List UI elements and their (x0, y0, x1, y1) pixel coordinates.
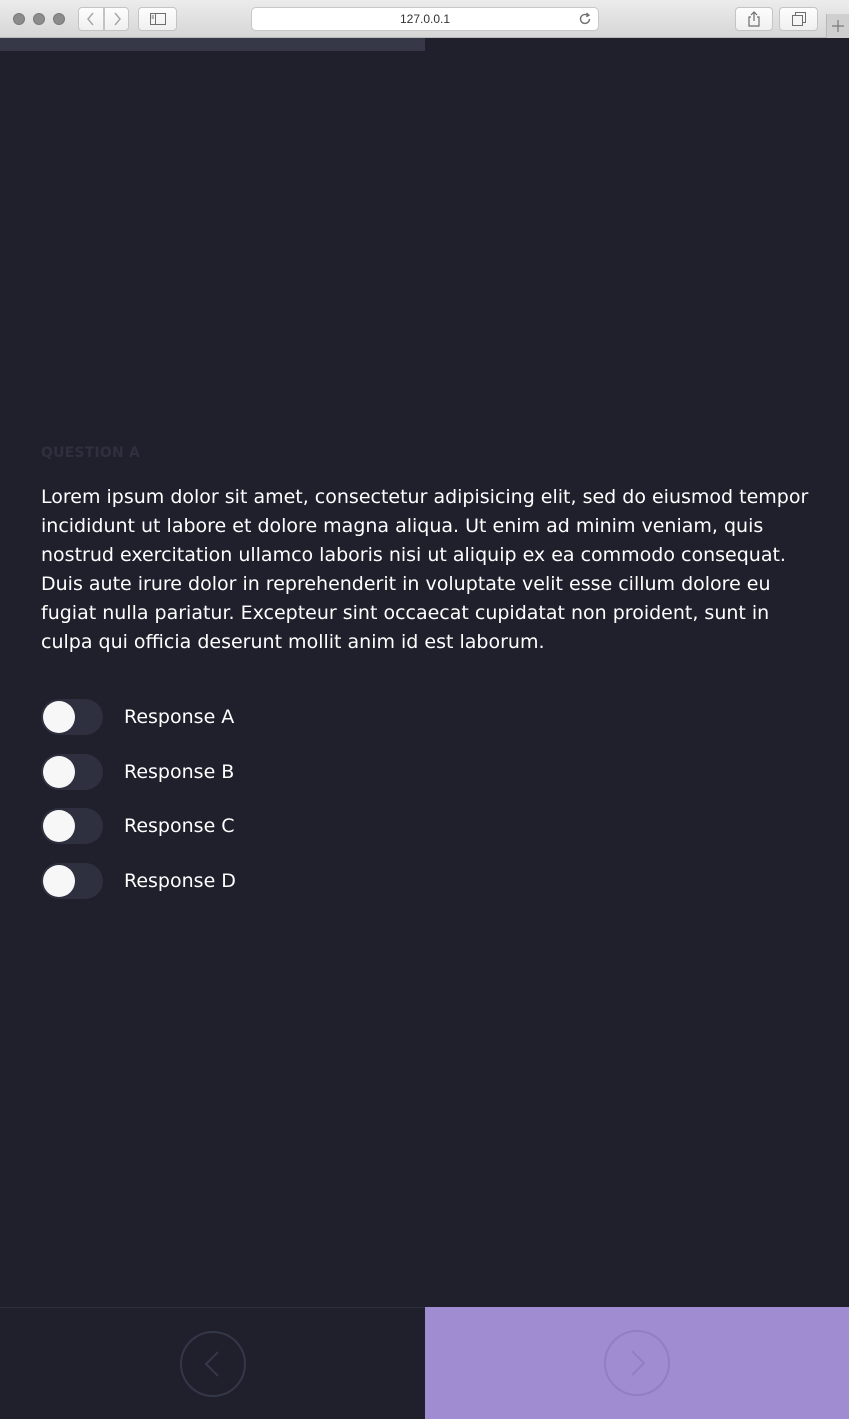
response-option-d[interactable]: Response D (41, 863, 441, 900)
response-toggle[interactable] (41, 863, 103, 900)
new-tab-button[interactable] (826, 14, 849, 38)
minimize-window-icon[interactable] (33, 13, 45, 25)
toggle-knob (43, 810, 75, 843)
back-button[interactable] (78, 7, 104, 31)
browser-toolbar: 127.0.0.1 (0, 0, 849, 38)
share-icon (748, 11, 760, 27)
response-option-c[interactable]: Response C (41, 808, 441, 845)
response-list: Response A Response B Response C Respons… (41, 699, 441, 918)
address-text: 127.0.0.1 (399, 12, 451, 26)
chevron-right-icon (113, 12, 121, 26)
bottom-navigation (0, 1307, 849, 1419)
address-bar[interactable]: 127.0.0.1 (251, 7, 599, 31)
next-button[interactable] (425, 1307, 849, 1419)
question-text: Lorem ipsum dolor sit amet, consectetur … (41, 486, 809, 653)
chevron-left-icon (87, 12, 94, 26)
sidebar-button[interactable] (138, 7, 177, 31)
response-option-b[interactable]: Response B (41, 753, 441, 790)
toggle-knob (43, 701, 75, 733)
reload-icon[interactable] (578, 12, 592, 26)
zoom-window-icon[interactable] (53, 13, 65, 25)
toggle-knob (43, 755, 75, 788)
tabs-icon (791, 12, 806, 26)
chevron-right-icon (604, 1330, 670, 1396)
response-label: Response C (124, 815, 235, 838)
toggle-knob (43, 865, 75, 898)
forward-button[interactable] (104, 7, 129, 31)
tabs-button[interactable] (779, 7, 818, 31)
close-window-icon[interactable] (13, 13, 25, 25)
progress-fill (0, 38, 425, 51)
response-label: Response B (124, 760, 235, 783)
sidebar-icon (149, 13, 166, 25)
response-toggle[interactable] (41, 699, 103, 735)
plus-icon (832, 20, 844, 32)
question-label: QUESTION A (41, 445, 141, 461)
progress-bar (0, 38, 849, 51)
chevron-left-icon (179, 1330, 246, 1397)
response-toggle[interactable] (41, 808, 103, 845)
response-toggle[interactable] (41, 753, 103, 790)
response-label: Response A (124, 706, 235, 728)
response-label: Response D (124, 870, 236, 893)
share-button[interactable] (735, 7, 773, 31)
response-option-a[interactable]: Response A (41, 699, 441, 735)
previous-button[interactable] (0, 1308, 425, 1419)
